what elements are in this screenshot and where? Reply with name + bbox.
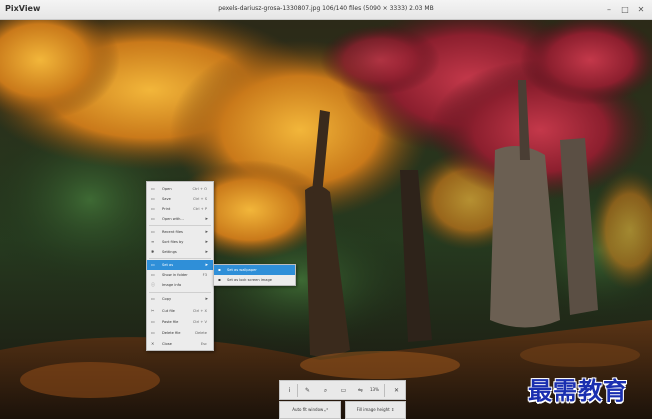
recent-files-icon: ▭ bbox=[151, 229, 155, 234]
menu-item-shortcut: Ctrl + V bbox=[192, 320, 207, 324]
copy-icon: ▭ bbox=[151, 296, 155, 301]
menu-item-save[interactable]: ▭ Save Ctrl + S bbox=[147, 194, 213, 204]
autumn-forest-photo bbox=[0, 20, 652, 419]
menu-item-shortcut: Esc bbox=[200, 342, 207, 346]
menu-item-close[interactable]: ✕ Close Esc bbox=[147, 339, 213, 349]
folder-open-icon: ▭ bbox=[151, 186, 155, 191]
submenu-arrow-icon: ▸ bbox=[205, 229, 208, 235]
lock-screen-icon: ▪ bbox=[218, 277, 221, 282]
speech-bubble-icon[interactable]: ▭ bbox=[338, 385, 349, 396]
paste-icon: ▭ bbox=[151, 319, 155, 324]
menu-item-label: Close bbox=[162, 342, 172, 346]
menu-item-shortcut: Delete bbox=[195, 331, 207, 335]
context-menu: ▭ Open Ctrl + O ▭ Save Ctrl + S ▭ Print … bbox=[146, 181, 214, 351]
menu-item-label: Settings bbox=[162, 250, 177, 254]
submenu-item-label: Set as lock screen image bbox=[227, 278, 272, 282]
flip-icon[interactable]: ⇋ bbox=[355, 385, 366, 396]
zoom-level: 13% bbox=[370, 387, 379, 392]
sort-icon: ≡ bbox=[151, 239, 155, 244]
print-icon: ▭ bbox=[151, 206, 155, 211]
menu-item-settings[interactable]: ✱ Settings ▸ bbox=[147, 247, 213, 257]
menu-item-label: Paste file bbox=[162, 320, 179, 324]
menu-item-label: Open with... bbox=[162, 217, 184, 221]
menu-item-label: Cut file bbox=[162, 309, 175, 313]
bottom-toolbar: ⅰ ✎ ⌕ ▭ ⇋ 13% ✕ bbox=[279, 380, 406, 400]
menu-item-paste-file[interactable]: ▭ Paste file Ctrl + V bbox=[147, 317, 213, 327]
wrench-icon[interactable]: ✎ bbox=[302, 385, 313, 396]
menu-item-recent-files[interactable]: ▭ Recent files ▸ bbox=[147, 227, 213, 237]
watermark-logo: 最需教育 bbox=[528, 376, 628, 405]
image-viewport[interactable] bbox=[0, 20, 652, 419]
menu-item-label: Print bbox=[162, 207, 171, 211]
menu-item-shortcut: Ctrl + O bbox=[192, 187, 207, 191]
close-toolbar-icon[interactable]: ✕ bbox=[391, 385, 402, 396]
close-icon: ✕ bbox=[151, 341, 155, 346]
menu-separator bbox=[149, 292, 211, 293]
menu-item-shortcut: Ctrl + P bbox=[193, 207, 207, 211]
menu-separator bbox=[149, 258, 211, 259]
save-icon: ▭ bbox=[151, 196, 155, 201]
toolbar-separator bbox=[384, 384, 385, 397]
wallpaper-icon: ▪ bbox=[218, 267, 221, 272]
show-in-folder-icon: ▭ bbox=[151, 272, 155, 277]
auto-fit-icon: ⤢ bbox=[324, 407, 328, 412]
menu-item-open[interactable]: ▭ Open Ctrl + O bbox=[147, 184, 213, 194]
submenu-item-set-as-wallpaper[interactable]: ▪ Set as wallpaper bbox=[214, 265, 295, 275]
submenu-arrow-icon: ▸ bbox=[205, 262, 208, 268]
menu-item-label: Copy bbox=[162, 297, 172, 301]
menu-item-label: Sort files by bbox=[162, 240, 184, 244]
set-as-submenu: ▪ Set as wallpaper ▪ Set as lock screen … bbox=[213, 264, 296, 286]
menu-item-label: Image info bbox=[162, 283, 182, 287]
auto-fit-label: Auto fit window bbox=[292, 407, 324, 412]
title-bar: PixView pexels-dariusz-grosa-1330807.jpg… bbox=[0, 0, 652, 20]
menu-item-shortcut: Ctrl + X bbox=[192, 309, 207, 313]
menu-item-cut-file[interactable]: ✂ Cut file Ctrl + X bbox=[147, 306, 213, 316]
set-as-icon: ▭ bbox=[151, 262, 155, 267]
menu-item-set-as[interactable]: ▭ Set as ▸ bbox=[147, 260, 213, 270]
submenu-item-label: Set as wallpaper bbox=[227, 268, 257, 272]
menu-item-label: Delete file bbox=[162, 331, 181, 335]
toolbar-separator bbox=[297, 384, 298, 397]
menu-item-label: Set as bbox=[162, 263, 174, 267]
submenu-item-set-as-lock-screen[interactable]: ▪ Set as lock screen image bbox=[214, 275, 295, 285]
menu-item-sort-files[interactable]: ≡ Sort files by ▸ bbox=[147, 237, 213, 247]
menu-separator bbox=[149, 225, 211, 226]
menu-item-open-with[interactable]: ▭ Open with... ▸ bbox=[147, 214, 213, 224]
settings-icon: ✱ bbox=[151, 249, 155, 254]
menu-item-shortcut: F3 bbox=[202, 273, 207, 277]
info-icon[interactable]: ⅰ bbox=[284, 385, 295, 396]
cut-icon: ✂ bbox=[151, 308, 155, 313]
menu-item-image-info[interactable]: ⓘ Image info bbox=[147, 280, 213, 290]
search-icon[interactable]: ⌕ bbox=[320, 385, 331, 396]
menu-item-label: Save bbox=[162, 197, 171, 201]
menu-item-shortcut: Ctrl + S bbox=[193, 197, 207, 201]
menu-item-label: Recent files bbox=[162, 230, 183, 234]
image-info-icon: ⓘ bbox=[151, 282, 155, 287]
menu-item-copy[interactable]: ▭ Copy ▸ bbox=[147, 294, 213, 304]
window-title: pexels-dariusz-grosa-1330807.jpg 106/140… bbox=[218, 5, 434, 12]
fill-image-height-button[interactable]: Fill image height ⇕ bbox=[345, 401, 406, 419]
auto-fit-window-button[interactable]: Auto fit window ⤢ bbox=[279, 401, 341, 419]
fill-height-icon: ⇕ bbox=[391, 407, 395, 412]
delete-icon: ▭ bbox=[151, 330, 155, 335]
submenu-arrow-icon: ▸ bbox=[205, 239, 208, 245]
menu-item-label: Open bbox=[162, 187, 172, 191]
submenu-arrow-icon: ▸ bbox=[205, 296, 208, 302]
minimize-button[interactable]: – bbox=[603, 4, 615, 16]
menu-item-show-in-folder[interactable]: ▭ Show in folder F3 bbox=[147, 270, 213, 280]
menu-item-delete-file[interactable]: ▭ Delete file Delete bbox=[147, 328, 213, 338]
menu-item-print[interactable]: ▭ Print Ctrl + P bbox=[147, 204, 213, 214]
close-window-button[interactable]: ✕ bbox=[635, 4, 647, 16]
submenu-arrow-icon: ▸ bbox=[205, 249, 208, 255]
fill-height-label: Fill image height bbox=[356, 407, 390, 412]
open-with-icon: ▭ bbox=[151, 216, 155, 221]
menu-item-label: Show in folder bbox=[162, 273, 188, 277]
maximize-button[interactable]: □ bbox=[619, 4, 631, 16]
submenu-arrow-icon: ▸ bbox=[205, 216, 208, 222]
